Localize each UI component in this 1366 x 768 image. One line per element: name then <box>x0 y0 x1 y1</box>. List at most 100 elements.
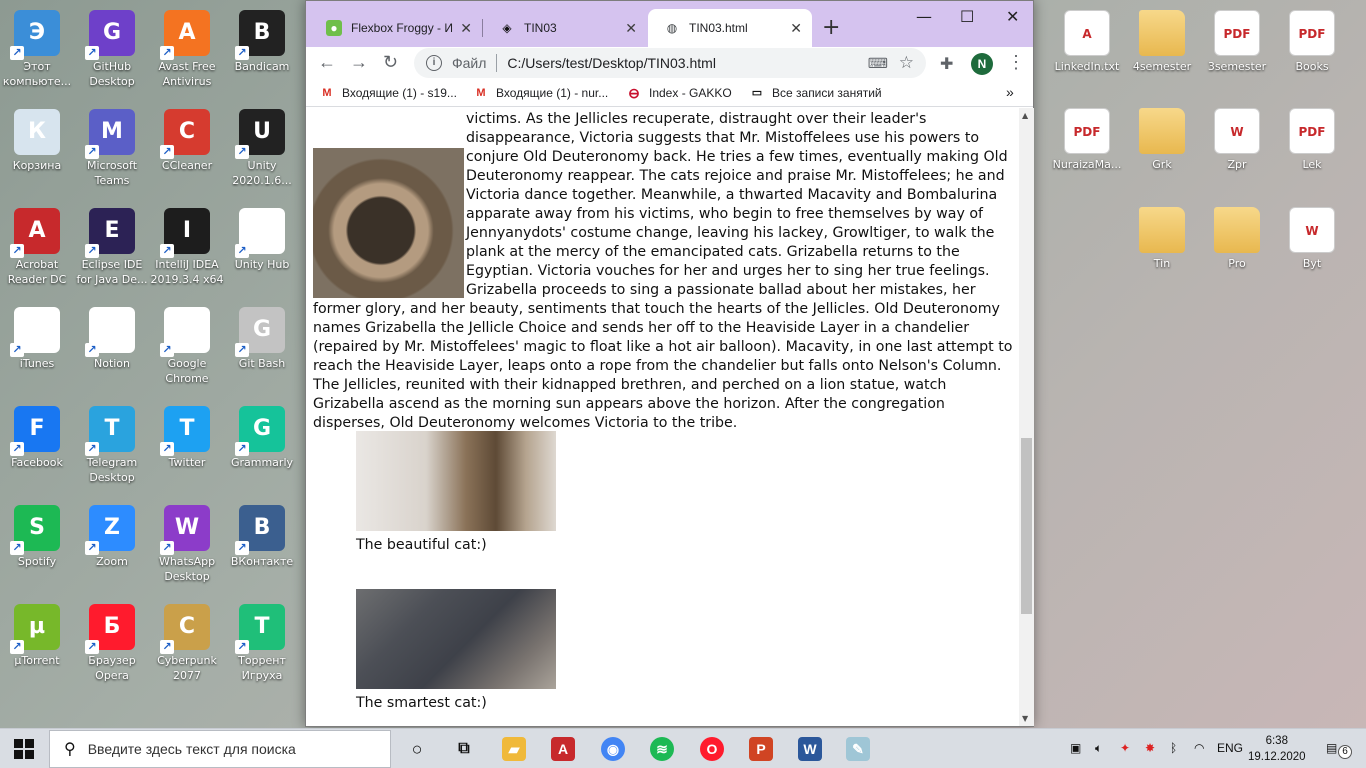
desktop-shortcut[interactable]: TTelegram Desktop <box>74 406 150 485</box>
desktop-file[interactable]: Tin <box>1124 207 1200 271</box>
new-tab-button[interactable]: + <box>822 15 840 40</box>
tab-tin03-html[interactable]: ◍ TIN03.html ✕ <box>648 9 812 47</box>
bookmark-item[interactable]: M Входящие (1) - nur... <box>474 86 608 100</box>
desktop-shortcut[interactable]: ВВКонтакте <box>224 505 300 569</box>
minimize-icon[interactable]: — <box>916 7 932 26</box>
cortana-icon[interactable]: ○ <box>405 737 429 761</box>
scroll-up-icon[interactable]: ▲ <box>1022 111 1028 120</box>
scrollbar-thumb[interactable] <box>1021 438 1032 614</box>
language-indicator[interactable]: ENG <box>1217 741 1243 755</box>
close-icon[interactable]: ✕ <box>460 20 472 37</box>
chrome-taskbar-icon[interactable]: ◉ <box>601 737 625 761</box>
desktop-shortcut[interactable]: MMicrosoft Teams <box>74 109 150 188</box>
notepad-taskbar-icon[interactable]: ✎ <box>846 737 870 761</box>
nvidia-icon[interactable]: ▣ <box>1070 741 1081 755</box>
back-arrow-icon[interactable]: ← <box>318 52 336 73</box>
desktop-file[interactable]: Grk <box>1124 108 1200 172</box>
address-bar[interactable]: i Файл C:/Users/test/Desktop/TIN03.html … <box>414 48 926 78</box>
reload-icon[interactable]: ↻ <box>383 52 398 73</box>
page-scrollbar[interactable]: ▲ ▼ <box>1019 108 1034 726</box>
url-text[interactable]: C:/Users/test/Desktop/TIN03.html <box>507 55 716 71</box>
desktop-shortcut[interactable]: CCCleaner <box>149 109 225 173</box>
scroll-down-icon[interactable]: ▼ <box>1022 714 1028 723</box>
desktop-shortcut[interactable]: IIntelliJ IDEA 2019.3.4 x64 <box>149 208 225 287</box>
recycle-bin-icon: К <box>14 109 60 155</box>
clock[interactable]: 6:38 19.12.2020 <box>1248 733 1306 765</box>
bookmark-item[interactable]: M Входящие (1) - s19... <box>320 86 457 100</box>
taskbar-search-box[interactable]: ⚲ Введите здесь текст для поиска <box>49 730 391 768</box>
desktop-shortcut[interactable]: GGrammarly <box>224 406 300 470</box>
tab-tin03[interactable]: ◈ TIN03 ✕ <box>483 9 647 47</box>
desktop-shortcut[interactable]: EEclipse IDE for Java De... <box>74 208 150 287</box>
translate-icon[interactable]: ⌨ <box>868 55 888 72</box>
info-icon[interactable]: i <box>426 55 442 71</box>
notification-icon[interactable]: ▤ <box>1326 741 1337 755</box>
desktop-shortcut[interactable]: TTwitter <box>149 406 225 470</box>
desktop-shortcut[interactable]: BBandicam <box>224 10 300 74</box>
desktop-shortcut[interactable]: ZZoom <box>74 505 150 569</box>
forward-arrow-icon[interactable]: → <box>350 52 368 73</box>
desktop-file[interactable]: PDF Books <box>1274 10 1350 74</box>
bluetooth-icon[interactable]: ᛒ <box>1170 741 1177 755</box>
desktop-shortcut[interactable]: ББраузер Opera <box>74 604 150 683</box>
window-close-icon[interactable]: ✕ <box>1006 7 1019 26</box>
bookmark-item[interactable]: ⊖ Index - GAKKO <box>627 86 732 100</box>
desktop-shortcut[interactable]: NNotion <box>74 307 150 371</box>
shortcut-label: ВКонтакте <box>230 555 294 568</box>
profile-avatar[interactable]: N <box>971 53 993 75</box>
clock-date: 19.12.2020 <box>1248 751 1306 763</box>
word-taskbar-icon[interactable]: W <box>798 737 822 761</box>
desktop-shortcut[interactable]: ЭЭтот компьюте... <box>0 10 75 89</box>
desktop-shortcut[interactable]: FFacebook <box>0 406 75 470</box>
desktop-shortcut[interactable]: CCyberpunk 2077 <box>149 604 225 683</box>
wifi-icon[interactable]: ◠ <box>1194 741 1204 755</box>
opera-taskbar-icon[interactable]: O <box>700 737 724 761</box>
desktop-shortcut[interactable]: UUnity Hub <box>224 208 300 272</box>
more-bookmarks-icon[interactable]: » <box>1006 84 1014 100</box>
spotify-taskbar-icon[interactable]: ≋ <box>650 737 674 761</box>
desktop-shortcut[interactable]: UUnity 2020.1.6... <box>224 109 300 188</box>
volume-icon[interactable]: 🔈︎ <box>1095 741 1102 756</box>
desktop-shortcut[interactable]: ТТоррент Игруха <box>224 604 300 683</box>
desktop-shortcut[interactable]: iiTunes <box>0 307 75 371</box>
desktop-file[interactable]: PDF 3semester <box>1199 10 1275 74</box>
file-explorer-icon[interactable]: ▰ <box>502 737 526 761</box>
windows-start-icon[interactable] <box>14 739 34 759</box>
desktop-shortcut[interactable]: GGitHub Desktop <box>74 10 150 89</box>
desktop-shortcut[interactable]: AAcrobat Reader DC <box>0 208 75 287</box>
shortcut-label: Корзина <box>12 159 62 172</box>
tray-app-icon-2[interactable]: ✸ <box>1145 741 1155 755</box>
desktop-shortcut[interactable]: WWhatsApp Desktop <box>149 505 225 584</box>
close-icon[interactable]: ✕ <box>790 20 802 37</box>
desktop-shortcut[interactable]: GGit Bash <box>224 307 300 371</box>
desktop-shortcut[interactable]: SSpotify <box>0 505 75 569</box>
desktop-file[interactable]: Pro <box>1199 207 1275 271</box>
desktop-file[interactable]: W Zpr <box>1199 108 1275 172</box>
desktop-file[interactable]: W Byt <box>1274 207 1350 271</box>
powerpoint-taskbar-icon[interactable]: P <box>749 737 773 761</box>
extensions-icon[interactable]: ✚ <box>940 54 953 74</box>
desktop-file[interactable]: 4semester <box>1124 10 1200 74</box>
desktop-shortcut[interactable]: µµTorrent <box>0 604 75 668</box>
zoom-icon: Z <box>85 505 135 555</box>
desktop-shortcut[interactable]: GGoogle Chrome <box>149 307 225 386</box>
file-label: LinkedIn.txt <box>1054 60 1120 73</box>
desktop-shortcut[interactable]: К Корзина <box>0 109 75 173</box>
desktop-file[interactable]: PDF Lek <box>1274 108 1350 172</box>
close-icon[interactable]: ✕ <box>625 20 637 37</box>
tray-app-icon[interactable]: ✦ <box>1120 741 1130 755</box>
desktop-file[interactable]: A LinkedIn.txt <box>1049 10 1125 74</box>
torrent-igruha-icon: Т <box>235 604 285 654</box>
figure-caption: The smartest cat:) <box>356 695 487 711</box>
cat-photo-gray <box>356 589 556 689</box>
bookmark-item[interactable]: ▭ Все записи занятий <box>750 86 882 100</box>
shortcut-label: Этот компьюте... <box>2 60 72 88</box>
acrobat-taskbar-icon[interactable]: A <box>551 737 575 761</box>
bookmark-star-icon[interactable]: ☆ <box>899 53 914 73</box>
maximize-icon[interactable]: ☐ <box>960 7 974 26</box>
menu-kebab-icon[interactable]: ⋮ <box>1007 52 1025 73</box>
desktop-shortcut[interactable]: AAvast Free Antivirus <box>149 10 225 89</box>
desktop-file[interactable]: PDF NuraizaMa... <box>1049 108 1125 172</box>
tab-flexbox-froggy[interactable]: ● Flexbox Froggy - И ✕ <box>310 9 482 47</box>
task-view-icon[interactable]: ⧉ <box>452 737 476 761</box>
